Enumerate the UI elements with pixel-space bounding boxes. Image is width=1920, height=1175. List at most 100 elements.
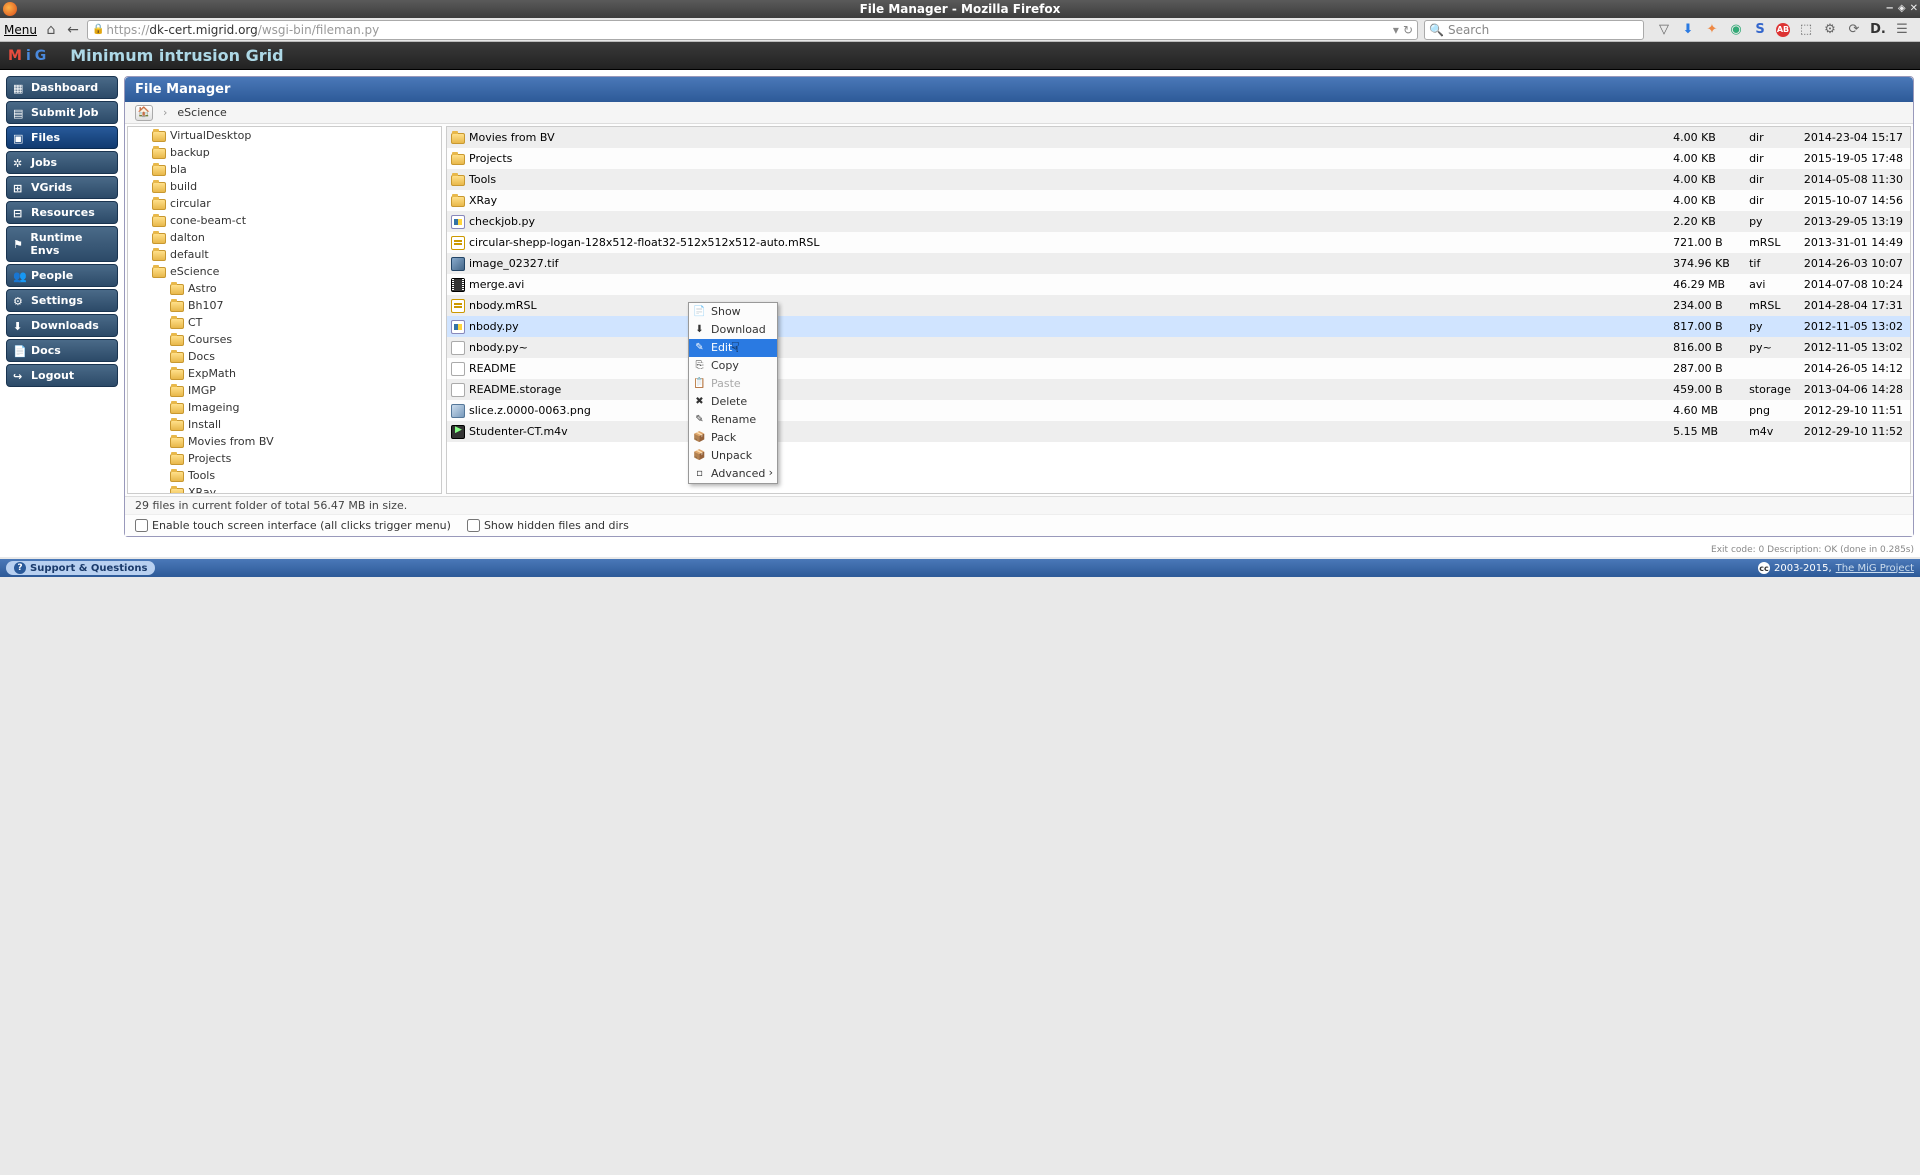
sidebar-item-settings[interactable]: ⚙Settings [6, 289, 118, 312]
file-row[interactable]: README.storage459.00 Bstorage2013-04-06 … [447, 379, 1910, 400]
minimize-icon[interactable]: − [1886, 0, 1894, 18]
breadcrumb-home-icon[interactable]: 🏠 [135, 105, 153, 121]
pack-icon: 📦 [693, 431, 706, 444]
sidebar-item-docs[interactable]: 📄Docs [6, 339, 118, 362]
file-type: dir [1743, 127, 1798, 148]
sidebar-item-dashboard[interactable]: ▦Dashboard [6, 76, 118, 99]
sidebar-item-jobs[interactable]: ✲Jobs [6, 151, 118, 174]
list-pane[interactable]: Movies from BV4.00 KBdir2014-23-04 15:17… [446, 126, 1911, 494]
file-row[interactable]: slice.z.0000-0063.png4.60 MBpng2012-29-1… [447, 400, 1910, 421]
file-row[interactable]: nbody.mRSL234.00 BmRSL2014-28-04 17:31 [447, 295, 1910, 316]
adblock-icon[interactable]: AB [1776, 23, 1790, 37]
file-row[interactable]: Projects4.00 KBdir2015-19-05 17:48 [447, 148, 1910, 169]
tree-pane[interactable]: VirtualDesktopbackupblabuildcircular cone… [127, 126, 442, 494]
tree-item[interactable]: circular [128, 195, 441, 212]
file-row[interactable]: circular-shepp-logan-128x512-float32-512… [447, 232, 1910, 253]
addon-icon-2[interactable]: ◉ [1728, 22, 1744, 38]
sidebar-item-people[interactable]: 👥People [6, 264, 118, 287]
tree-item[interactable]: Imageing [128, 399, 441, 416]
tree-item[interactable]: ExpMath [128, 365, 441, 382]
folder-icon [170, 403, 184, 414]
sidebar-item-logout[interactable]: ↪Logout [6, 364, 118, 387]
file-row[interactable]: nbody.py~816.00 Bpy~2012-11-05 13:02 [447, 337, 1910, 358]
menu-button[interactable]: Menu [4, 23, 37, 37]
file-row[interactable]: merge.avi46.29 MBavi2014-07-08 10:24 [447, 274, 1910, 295]
window-controls[interactable]: − ◈ ✕ [1886, 0, 1918, 18]
hidden-checkbox[interactable] [467, 519, 480, 532]
back-icon[interactable]: ← [65, 22, 81, 38]
tree-item-label: cone-beam-ct [170, 214, 246, 227]
close-icon[interactable]: ✕ [1910, 0, 1918, 18]
sidebar-item-runtime-envs[interactable]: ⚑Runtime Envs [6, 226, 118, 262]
pocket-icon[interactable]: ▽ [1656, 22, 1672, 38]
sidebar-item-resources[interactable]: ⊟Resources [6, 201, 118, 224]
context-menu-edit[interactable]: ✎Edit [689, 339, 777, 357]
tree-item[interactable]: VirtualDesktop [128, 127, 441, 144]
addon-icon-5[interactable]: ⟳ [1846, 22, 1862, 38]
file-row[interactable]: checkjob.py2.20 KBpy2013-29-05 13:19 [447, 211, 1910, 232]
tree-item[interactable]: Bh107 [128, 297, 441, 314]
tree-item[interactable]: build [128, 178, 441, 195]
tree-item[interactable]: Courses [128, 331, 441, 348]
context-menu-delete[interactable]: ✖Delete [689, 393, 777, 411]
touch-checkbox[interactable] [135, 519, 148, 532]
tree-item[interactable]: Movies from BV [128, 433, 441, 450]
context-menu-advanced[interactable]: ▫Advanced [689, 465, 777, 483]
tree-item[interactable]: cone-beam-ct [128, 212, 441, 229]
tree-item[interactable]: CT [128, 314, 441, 331]
reload-icon[interactable]: ↻ [1403, 23, 1413, 37]
file-row[interactable]: image_02327.tif374.96 KBtif2014-26-03 10… [447, 253, 1910, 274]
addon-icon-6[interactable]: D. [1870, 22, 1886, 38]
tree-item[interactable]: Projects [128, 450, 441, 467]
tree-item[interactable]: XRay [128, 484, 441, 494]
hamburger-icon[interactable]: ☰ [1894, 22, 1910, 38]
tree-item[interactable]: dalton [128, 229, 441, 246]
tree-item[interactable]: Astro [128, 280, 441, 297]
folder-icon [152, 267, 166, 278]
tree-item[interactable]: Tools [128, 467, 441, 484]
support-button[interactable]: ? Support & Questions [6, 561, 155, 575]
search-box[interactable]: 🔍 Search [1424, 20, 1644, 40]
file-row[interactable]: README287.00 B2014-26-05 14:12 [447, 358, 1910, 379]
file-row[interactable]: XRay4.00 KBdir2015-10-07 14:56 [447, 190, 1910, 211]
tree-item[interactable]: IMGP [128, 382, 441, 399]
tree-item[interactable]: Docs [128, 348, 441, 365]
mig-link[interactable]: The MiG Project [1836, 563, 1914, 574]
home-icon[interactable]: ⌂ [43, 22, 59, 38]
dropdown-icon[interactable]: ▾ [1393, 23, 1399, 37]
gear-icon[interactable]: ⚙ [1822, 22, 1838, 38]
addon-icon-3[interactable]: S [1752, 22, 1768, 38]
context-menu-copy[interactable]: ⎘Copy [689, 357, 777, 375]
context-menu[interactable]: 📄Show⬇Download✎Edit⎘Copy📋Paste✖Delete✎Re… [688, 302, 778, 484]
addon-icon-1[interactable]: ✦ [1704, 22, 1720, 38]
tree-item[interactable]: default [128, 246, 441, 263]
context-menu-unpack[interactable]: 📦Unpack [689, 447, 777, 465]
context-menu-pack[interactable]: 📦 Pack [689, 429, 777, 447]
hidden-option[interactable]: Show hidden files and dirs [467, 519, 629, 532]
context-menu-show[interactable]: 📄Show [689, 303, 777, 321]
file-row[interactable]: Movies from BV4.00 KBdir2014-23-04 15:17 [447, 127, 1910, 148]
file-row[interactable]: Studenter-CT.m4v5.15 MBm4v2012-29-10 11:… [447, 421, 1910, 442]
tree-item[interactable]: backup [128, 144, 441, 161]
tree-item[interactable]: eScience [128, 263, 441, 280]
file-size: 287.00 B [1667, 358, 1743, 379]
context-menu-download[interactable]: ⬇Download [689, 321, 777, 339]
download-icon: ⬇ [693, 323, 706, 336]
tree-item[interactable]: bla [128, 161, 441, 178]
file-row[interactable]: Tools4.00 KBdir2014-05-08 11:30 [447, 169, 1910, 190]
maximize-icon[interactable]: ◈ [1898, 0, 1906, 18]
sidebar-item-vgrids[interactable]: ⊞VGrids [6, 176, 118, 199]
sidebar-item-files[interactable]: ▣Files [6, 126, 118, 149]
download-icon[interactable]: ⬇ [1680, 22, 1696, 38]
sidebar-item-submit-job[interactable]: ▤Submit Job [6, 101, 118, 124]
touch-option[interactable]: Enable touch screen interface (all click… [135, 519, 451, 532]
file-row[interactable]: nbody.py817.00 Bpy2012-11-05 13:02 [447, 316, 1910, 337]
sidebar-item-downloads[interactable]: ⬇Downloads [6, 314, 118, 337]
tree-item[interactable]: Install [128, 416, 441, 433]
breadcrumb-current[interactable]: eScience [177, 106, 226, 119]
context-menu-label: Pack [711, 431, 736, 444]
file-date: 2013-04-06 14:28 [1797, 379, 1909, 400]
addon-icon-4[interactable]: ⬚ [1798, 22, 1814, 38]
address-bar[interactable]: 🔒 https://dk-cert.migrid.org/wsgi-bin/fi… [87, 20, 1418, 40]
context-menu-rename[interactable]: ✎Rename [689, 411, 777, 429]
